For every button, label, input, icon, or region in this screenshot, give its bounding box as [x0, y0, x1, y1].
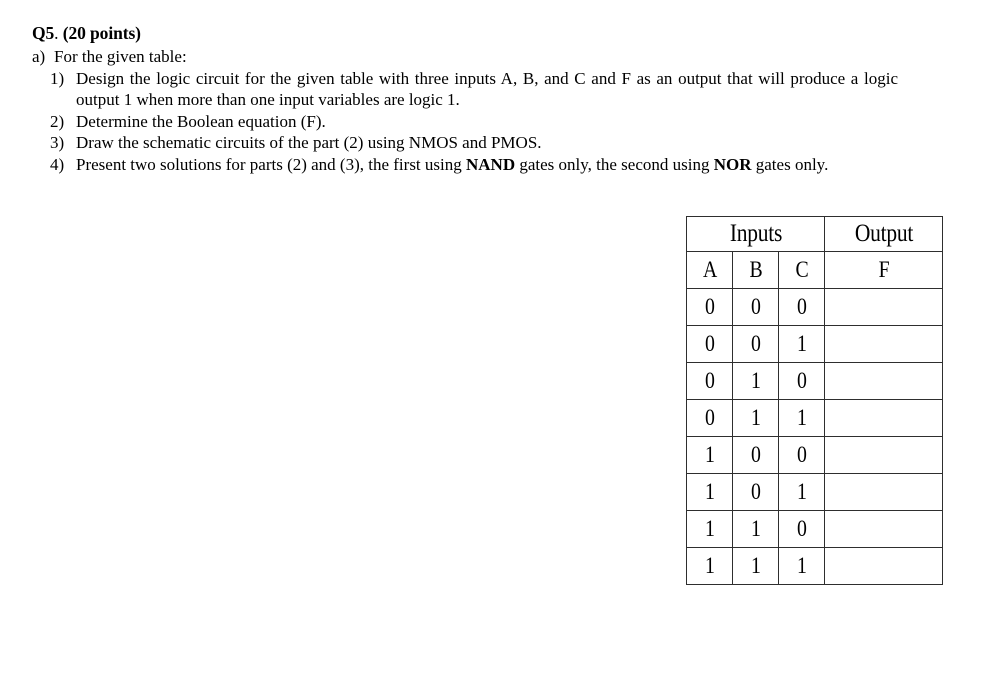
page-title: Q5. (20 points)	[32, 22, 928, 44]
header-col-b: B	[735, 251, 776, 289]
cell-a: 0	[689, 325, 730, 363]
cell-a: 1	[689, 436, 730, 474]
cell-f[interactable]	[832, 510, 935, 548]
cell-f[interactable]	[832, 547, 935, 585]
cell-a: 1	[689, 510, 730, 548]
cell-b: 0	[735, 473, 776, 511]
sub-item-1-text: Design the logic circuit for the given t…	[76, 68, 898, 110]
sub-item-4-marker: 4)	[50, 154, 65, 174]
table-row: 0 0 0	[687, 288, 943, 326]
header-col-c: C	[781, 251, 822, 289]
cell-b: 1	[735, 547, 776, 585]
cell-c: 0	[781, 510, 822, 548]
table-group-header-row: Inputs Output	[687, 216, 943, 252]
table-row: 0 0 1	[687, 325, 943, 363]
sub-item-2-marker: 2)	[50, 111, 65, 131]
cell-c: 1	[781, 399, 822, 437]
part-a-label: For the given table:	[54, 47, 187, 66]
cell-c: 1	[781, 547, 822, 585]
sub-item-2-text: Determine the Boolean equation (F).	[76, 111, 326, 131]
table-row: 0 1 0	[687, 362, 943, 400]
question-block: Q5. (20 points) a) For the given table: …	[32, 22, 928, 175]
cell-f[interactable]	[832, 436, 935, 474]
question-points: (20 points)	[62, 23, 141, 43]
cell-f[interactable]	[832, 288, 935, 326]
truth-table-wrapper: Inputs Output A B C F 0 0 0 0 0 1 0 1 0 …	[686, 216, 943, 585]
table-row: 1 0 1	[687, 473, 943, 511]
cell-f[interactable]	[832, 399, 935, 437]
cell-c: 1	[781, 325, 822, 363]
cell-a: 0	[689, 288, 730, 326]
cell-a: 0	[689, 362, 730, 400]
part-a: a) For the given table:	[32, 46, 928, 68]
table-column-header-row: A B C F	[687, 251, 943, 289]
cell-c: 0	[781, 288, 822, 326]
cell-b: 1	[735, 399, 776, 437]
sub-item-4-text-a: Present two solutions for parts (2) and …	[76, 154, 466, 174]
cell-b: 0	[735, 325, 776, 363]
truth-table: Inputs Output A B C F 0 0 0 0 0 1 0 1 0 …	[686, 216, 943, 585]
sub-item-1: 1) Design the logic circuit for the give…	[50, 68, 898, 111]
sub-item-3-marker: 3)	[50, 133, 65, 152]
cell-a: 1	[689, 473, 730, 511]
header-col-f: F	[832, 251, 935, 289]
header-col-a: A	[689, 251, 730, 289]
table-row: 1 1 1	[687, 547, 943, 585]
sub-item-1-marker: 1)	[50, 68, 65, 88]
cell-c: 0	[781, 362, 822, 400]
cell-a: 1	[689, 547, 730, 585]
cell-c: 1	[781, 473, 822, 511]
table-row: 1 0 0	[687, 436, 943, 474]
cell-b: 0	[735, 436, 776, 474]
table-row: 0 1 1	[687, 399, 943, 437]
sub-item-4: 4) Present two solutions for parts (2) a…	[50, 154, 886, 176]
sub-item-3: 3) Draw the schematic circuits of the pa…	[50, 132, 928, 154]
header-output: Output	[832, 216, 935, 252]
sub-item-4-text-b: gates only, the second using	[515, 154, 714, 174]
cell-f[interactable]	[832, 362, 935, 400]
sub-item-2: 2) Determine the Boolean equation (F).	[50, 111, 928, 133]
cell-b: 1	[735, 510, 776, 548]
cell-f[interactable]	[832, 473, 935, 511]
sub-item-4-text-c: gates only.	[751, 154, 829, 174]
cell-a: 0	[689, 399, 730, 437]
part-a-marker: a)	[32, 47, 46, 66]
header-inputs: Inputs	[695, 216, 816, 252]
cell-b: 0	[735, 288, 776, 326]
sub-item-4-nor: NOR	[713, 154, 752, 174]
sub-item-3-text: Draw the schematic circuits of the part …	[76, 133, 542, 152]
question-number: Q5	[32, 23, 55, 43]
sub-item-4-nand: NAND	[466, 154, 516, 174]
question-number-separator: .	[54, 23, 59, 43]
cell-f[interactable]	[832, 325, 935, 363]
cell-c: 0	[781, 436, 822, 474]
cell-b: 1	[735, 362, 776, 400]
sub-item-4-text: Present two solutions for parts (2) and …	[76, 154, 886, 176]
table-row: 1 1 0	[687, 510, 943, 548]
